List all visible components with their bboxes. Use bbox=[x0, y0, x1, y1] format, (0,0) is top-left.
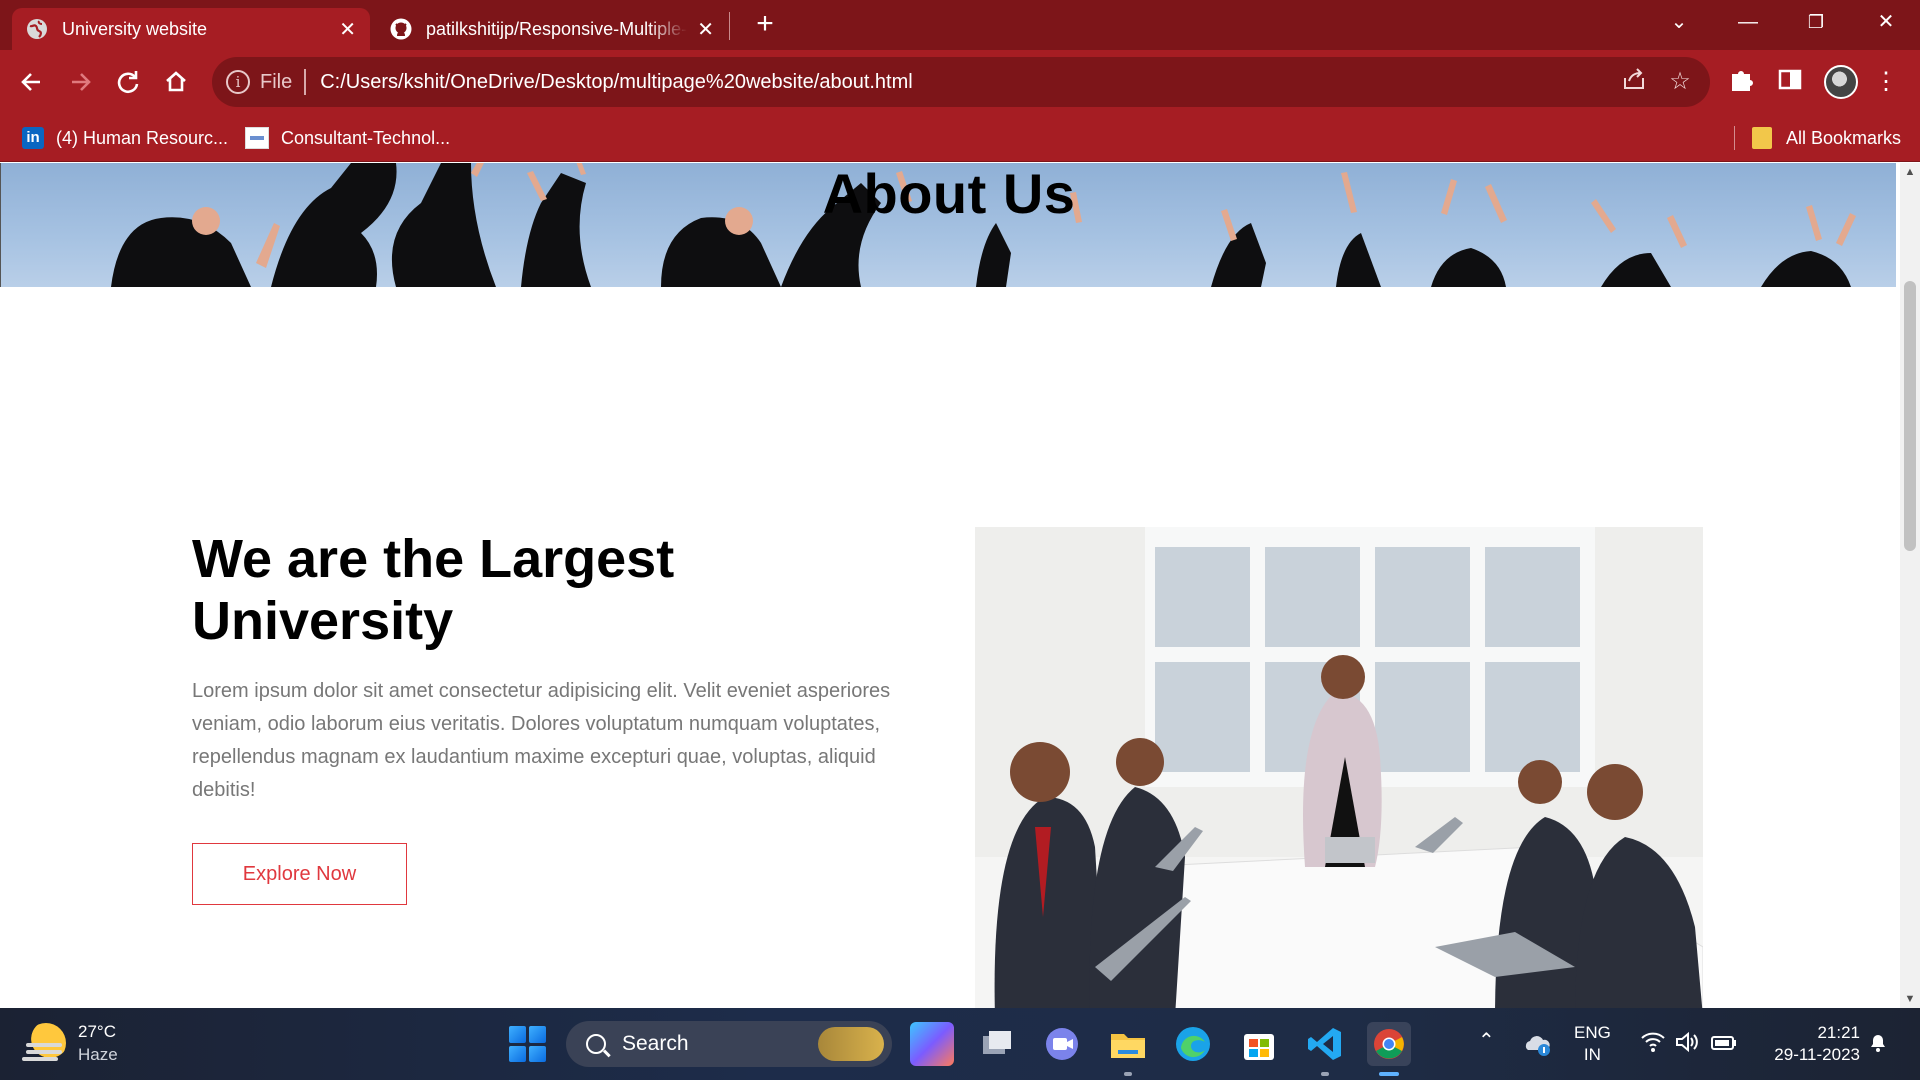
language-line2: IN bbox=[1583, 1045, 1601, 1064]
back-arrow-icon bbox=[21, 73, 40, 91]
weather-condition: Haze bbox=[78, 1045, 118, 1064]
home-icon bbox=[166, 71, 186, 92]
extensions-puzzle-icon[interactable] bbox=[1724, 64, 1760, 100]
volume-icon[interactable] bbox=[1674, 1030, 1700, 1060]
bookmark-label: All Bookmarks bbox=[1786, 127, 1902, 148]
all-bookmarks-folder[interactable]: All Bookmarks bbox=[1752, 124, 1901, 152]
menu-kebab-icon[interactable]: ⋮ bbox=[1868, 64, 1904, 100]
forward-button[interactable] bbox=[62, 64, 98, 100]
close-window-button[interactable]: ✕ bbox=[1866, 6, 1906, 38]
address-bar[interactable]: i File C:/Users/kshit/OneDrive/Desktop/m… bbox=[212, 57, 1710, 107]
info-icon[interactable]: i bbox=[226, 70, 250, 94]
weather-temp: 27°C bbox=[78, 1022, 116, 1041]
language-line1: ENG bbox=[1574, 1023, 1611, 1042]
tab-title: University website bbox=[62, 18, 208, 39]
wifi-icon[interactable] bbox=[1640, 1030, 1666, 1060]
bookmarks-bar: in (4) Human Resourc... Consultant-Techn… bbox=[0, 114, 1920, 162]
vscode-icon[interactable] bbox=[1303, 1022, 1347, 1066]
globe-icon bbox=[26, 18, 48, 40]
explorer-running-indicator bbox=[1124, 1072, 1132, 1076]
scroll-up-icon[interactable]: ▲ bbox=[1900, 163, 1920, 181]
close-tab-icon[interactable]: ✕ bbox=[339, 17, 356, 42]
back-button[interactable] bbox=[14, 64, 50, 100]
teams-chat-icon[interactable] bbox=[1040, 1022, 1084, 1066]
task-view-icon[interactable] bbox=[975, 1022, 1019, 1066]
bookmark-label: Consultant-Technol... bbox=[281, 127, 451, 148]
bookmark-consultant[interactable]: Consultant-Technol... bbox=[245, 124, 450, 152]
folder-icon bbox=[1752, 127, 1772, 149]
windows-start-icon[interactable] bbox=[505, 1022, 549, 1066]
search-label: Search bbox=[622, 1032, 689, 1055]
tab-search-chevron-icon[interactable]: ⌄ bbox=[1659, 6, 1699, 38]
page-viewport: About Us We are the Largest University L… bbox=[0, 163, 1900, 1008]
battery-icon[interactable] bbox=[1710, 1030, 1738, 1060]
profile-avatar[interactable] bbox=[1824, 65, 1858, 99]
windows-taskbar: 27°C Haze Search ⌃ ENG IN 21:21 29-11-20… bbox=[0, 1008, 1920, 1080]
section-heading: We are the Largest University bbox=[192, 529, 675, 651]
doc-icon bbox=[245, 127, 269, 149]
browser-toolbar: i File C:/Users/kshit/OneDrive/Desktop/m… bbox=[0, 50, 1920, 114]
reload-icon bbox=[117, 71, 139, 94]
tab-github-repo[interactable]: patilkshitijp/Responsive-Multiple-Page-W… bbox=[376, 8, 728, 50]
forward-arrow-icon bbox=[72, 73, 91, 91]
system-clock[interactable]: 21:21 29-11-2023 bbox=[1760, 1022, 1860, 1066]
minimize-button[interactable]: — bbox=[1728, 6, 1768, 38]
address-separator bbox=[304, 69, 307, 95]
home-button[interactable] bbox=[158, 64, 194, 100]
url-text[interactable]: C:/Users/kshit/OneDrive/Desktop/multipag… bbox=[320, 71, 912, 94]
github-icon bbox=[390, 18, 412, 40]
language-indicator[interactable]: ENG IN bbox=[1574, 1022, 1611, 1066]
search-highlight-image bbox=[818, 1027, 884, 1061]
close-tab-icon[interactable]: ✕ bbox=[697, 17, 714, 42]
reload-button[interactable] bbox=[110, 64, 146, 100]
explore-now-button[interactable]: Explore Now bbox=[192, 843, 407, 905]
office-team-photo bbox=[975, 527, 1703, 1008]
tab-title: patilkshitijp/Responsive-Multiple-Page-W… bbox=[426, 18, 688, 39]
chrome-active-indicator bbox=[1379, 1072, 1399, 1076]
taskbar-search-box[interactable]: Search bbox=[566, 1021, 892, 1067]
new-tab-button[interactable]: + bbox=[748, 8, 782, 42]
linkedin-icon: in bbox=[22, 127, 44, 149]
scroll-thumb[interactable] bbox=[1904, 281, 1916, 551]
restore-button[interactable]: ❐ bbox=[1796, 6, 1836, 38]
tab-separator bbox=[729, 12, 730, 40]
browser-title-bar: University website ✕ patilkshitijp/Respo… bbox=[0, 0, 1920, 50]
hero-banner: About Us bbox=[0, 163, 1896, 287]
bookmark-label: (4) Human Resourc... bbox=[56, 127, 229, 148]
page-hero-title: About Us bbox=[822, 163, 1076, 225]
notification-bell-icon[interactable] bbox=[1866, 1030, 1890, 1060]
bookmark-linkedin[interactable]: in (4) Human Resourc... bbox=[22, 124, 228, 152]
chrome-browser-icon[interactable] bbox=[1367, 1022, 1411, 1066]
search-icon bbox=[586, 1034, 606, 1054]
tab-university-website[interactable]: University website ✕ bbox=[12, 8, 370, 50]
clock-date: 29-11-2023 bbox=[1774, 1045, 1860, 1064]
bookmark-separator bbox=[1734, 126, 1735, 150]
section-paragraph: Lorem ipsum dolor sit amet consectetur a… bbox=[192, 680, 891, 801]
vscode-running-indicator bbox=[1321, 1072, 1329, 1076]
microsoft-store-icon[interactable] bbox=[1237, 1022, 1281, 1066]
share-icon[interactable] bbox=[1618, 66, 1650, 98]
show-hidden-icons-chevron[interactable]: ⌃ bbox=[1478, 1030, 1495, 1052]
onedrive-icon[interactable] bbox=[1522, 1028, 1554, 1060]
haze-weather-icon bbox=[26, 1023, 66, 1063]
weather-widget[interactable]: 27°C Haze bbox=[26, 1020, 118, 1066]
file-explorer-icon[interactable] bbox=[1106, 1022, 1150, 1066]
edge-browser-icon[interactable] bbox=[1171, 1022, 1215, 1066]
clock-time: 21:21 bbox=[1817, 1023, 1860, 1042]
scroll-down-icon[interactable]: ▼ bbox=[1900, 990, 1920, 1008]
page-scrollbar[interactable]: ▲ ▼ bbox=[1900, 163, 1920, 1008]
copilot-icon[interactable] bbox=[910, 1022, 954, 1066]
scheme-label: File bbox=[260, 70, 293, 93]
bookmark-star-icon[interactable]: ☆ bbox=[1664, 66, 1696, 98]
side-panel-icon[interactable] bbox=[1772, 64, 1808, 100]
